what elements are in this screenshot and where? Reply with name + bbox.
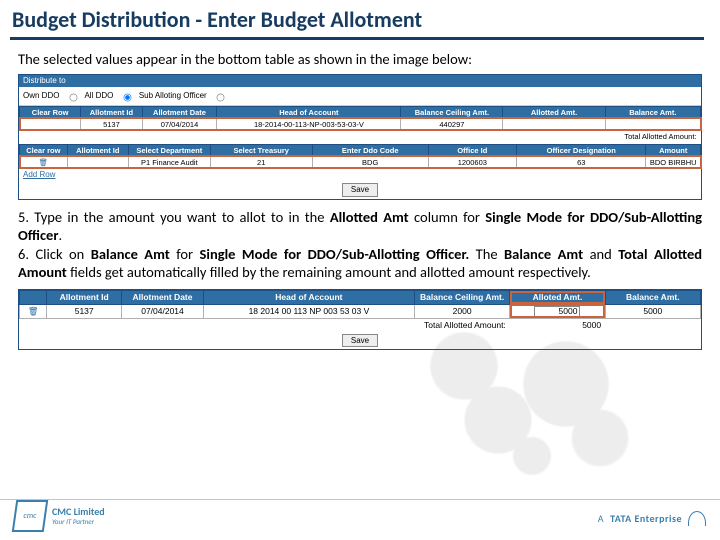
tata-logo-icon (688, 511, 706, 526)
t3-h-adate: Allotment Date (122, 291, 204, 304)
footer: cmc CMC Limited Your IT Partner A TATA E… (0, 499, 720, 534)
t1-h-aid: Allotment Id (81, 106, 142, 118)
allotted-amt-input[interactable]: 5000 (534, 306, 580, 317)
t1-h-alamt: Allotted Amt. (503, 106, 605, 118)
table1-row-highlight: 5137 07/04/2014 18-2014-00-113-NP-003-53… (20, 118, 701, 130)
save-button-2[interactable]: Save (342, 334, 378, 348)
distribute-to-bar: Distribute to (19, 75, 701, 87)
t1-h-bal: Balance Amt. (605, 106, 700, 118)
sub-allot-radio[interactable] (217, 93, 225, 101)
screenshot-2: Allotment Id Allotment Date Head of Acco… (18, 289, 702, 350)
t2-h-odg: Officer Designation (517, 144, 646, 156)
t2-h-od: Office Id (428, 144, 517, 156)
screenshot-1: Distribute to Own DDO All DDO Sub Alloti… (18, 74, 702, 200)
table1-lower: Clear row Allotment Id Select Department… (19, 144, 701, 169)
table2-row: 🗑 5137 07/04/2014 18 2014 00 113 NP 003 … (20, 304, 701, 318)
t2-h-aid: Allotment Id (67, 144, 128, 156)
trash-icon-2[interactable]: 🗑 (28, 306, 39, 316)
add-row-link[interactable]: Add Row (19, 169, 59, 181)
step5: 5. Type in the amount you want to allot … (18, 208, 702, 244)
distribute-options: Own DDO All DDO Sub Alloting Officer (19, 87, 701, 106)
table2: Allotment Id Allotment Date Head of Acco… (19, 290, 701, 330)
t1-h-hoa: Head of Account (217, 106, 401, 118)
trash-icon[interactable]: 🗑 (39, 158, 49, 167)
all-ddo-radio[interactable] (123, 93, 131, 101)
save-button-1[interactable]: Save (342, 183, 378, 197)
t2-h-clear: Clear row (20, 144, 68, 156)
t3-h-aid: Allotment Id (47, 291, 122, 304)
own-ddo-radio[interactable] (69, 93, 77, 101)
t3-h-hoa: Head of Account (203, 291, 414, 304)
tata-mark: A TATA Enterprise (598, 511, 706, 526)
t2-h-amt: Amount (646, 144, 701, 156)
table1-lower-row-highlight: 🗑 P1 Finance Audit 21 BDG 1200603 63 BDO… (20, 156, 701, 168)
page-title: Budget Distribution - Enter Budget Allot… (10, 6, 704, 40)
t3-h-bal: Balance Amt. (605, 291, 700, 304)
t1-h-bca: Balance Ceiling Amt. (401, 106, 503, 118)
cmc-logo: cmc CMC Limited Your IT Partner (14, 500, 105, 532)
t2-h-sd: Select Department (128, 144, 210, 156)
table1-upper: Clear Row Allotment Id Allotment Date He… (19, 106, 701, 142)
t3-h-bca: Balance Ceiling Amt. (414, 291, 509, 304)
t3-h-alamt: Alloted Amt. (510, 291, 605, 304)
t2-h-st: Select Treasury (210, 144, 312, 156)
t2-h-ec: Enter Ddo Code (312, 144, 428, 156)
step6: 6. Click on Balance Amt for Single Mode … (18, 245, 702, 281)
t1-h-adate: Allotment Date (142, 106, 217, 118)
t1-h-clear: Clear Row (20, 106, 81, 118)
lead-text: The selected values appear in the bottom… (18, 50, 702, 68)
